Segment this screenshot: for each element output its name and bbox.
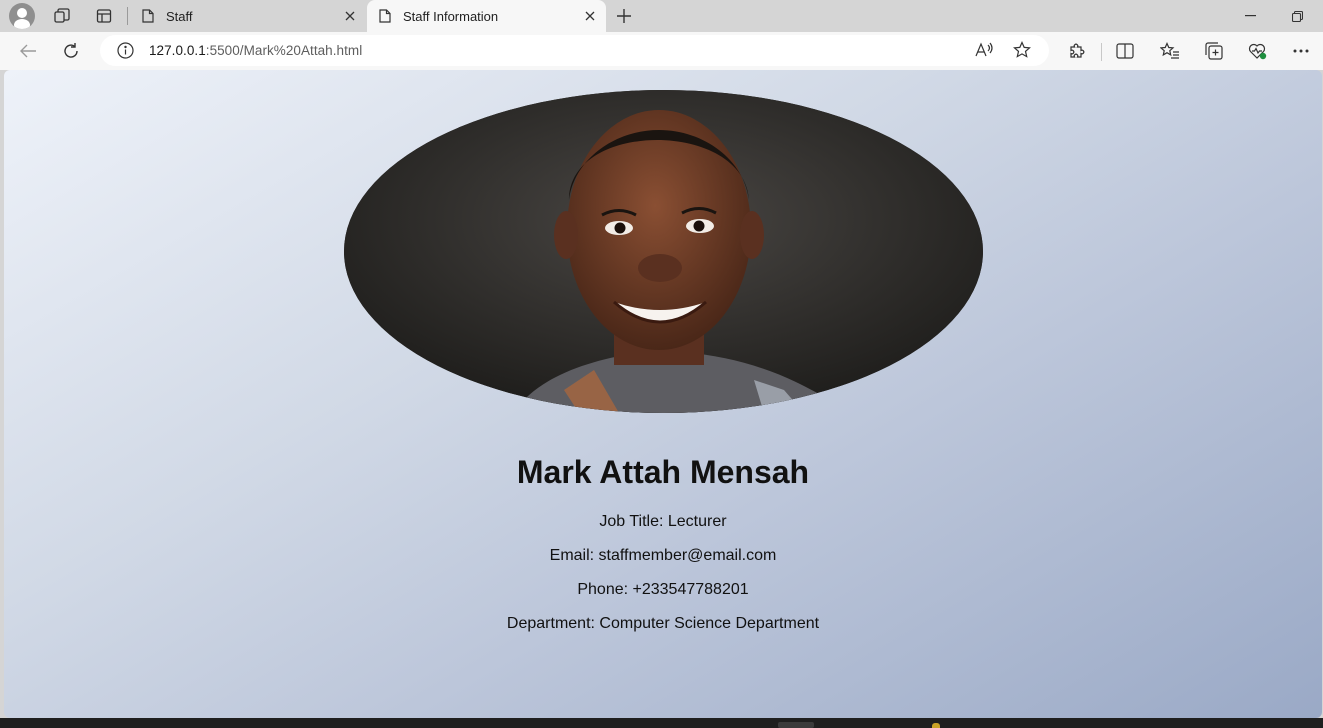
taskbar-item[interactable] [778, 722, 814, 728]
taskbar [0, 718, 1323, 728]
puzzle-icon[interactable] [1064, 39, 1090, 63]
address-bar[interactable]: 127.0.0.1:5500/Mark%20Attah.html [100, 35, 1049, 66]
minimize-icon[interactable] [1236, 4, 1264, 28]
more-icon[interactable] [1288, 39, 1314, 63]
refresh-icon[interactable] [58, 39, 84, 63]
address-text[interactable]: 127.0.0.1:5500/Mark%20Attah.html [149, 43, 362, 58]
page-icon [142, 9, 154, 26]
address-path: :5500/Mark%20Attah.html [205, 43, 363, 58]
tab-actions-icon[interactable] [91, 4, 117, 28]
favorites-icon[interactable] [1157, 39, 1183, 63]
profile-icon[interactable] [9, 3, 35, 29]
email: Email: staffmember@email.com [549, 547, 777, 564]
taskbar-item[interactable] [932, 723, 940, 728]
staff-photo [344, 90, 983, 413]
performance-icon[interactable] [1245, 39, 1271, 63]
page-icon [379, 9, 391, 26]
phone: Phone: +233547788201 [577, 581, 749, 598]
staff-name: Mark Attah Mensah [516, 454, 810, 490]
address-host: 127.0.0.1 [149, 43, 206, 58]
collections-icon[interactable] [1201, 39, 1227, 63]
tab-separator [127, 7, 128, 25]
info-icon[interactable] [117, 42, 134, 64]
tab-title: Staff [166, 9, 193, 24]
close-icon[interactable] [342, 8, 358, 24]
read-aloud-icon[interactable] [974, 41, 994, 64]
job-title: Job Title: Lecturer [599, 513, 727, 530]
close-icon[interactable] [582, 8, 598, 24]
restore-icon[interactable] [1283, 4, 1311, 28]
browser-toolbar: 127.0.0.1:5500/Mark%20Attah.html [0, 32, 1323, 70]
plus-icon[interactable] [612, 4, 636, 28]
tab-staff[interactable]: Staff [130, 0, 366, 32]
toolbar-separator [1101, 43, 1102, 61]
tab-title: Staff Information [403, 9, 499, 24]
tab-strip: Staff Staff Information [0, 0, 1323, 32]
page-viewport: Mark Attah Mensah Job Title: Lecturer Em… [4, 70, 1322, 718]
tab-staff-information[interactable]: Staff Information [367, 0, 606, 32]
star-icon[interactable] [1013, 41, 1031, 64]
workspaces-icon[interactable] [49, 4, 75, 28]
split-screen-icon[interactable] [1112, 39, 1138, 63]
department: Department: Computer Science Department [506, 615, 820, 632]
back-arrow-icon[interactable] [15, 39, 41, 63]
